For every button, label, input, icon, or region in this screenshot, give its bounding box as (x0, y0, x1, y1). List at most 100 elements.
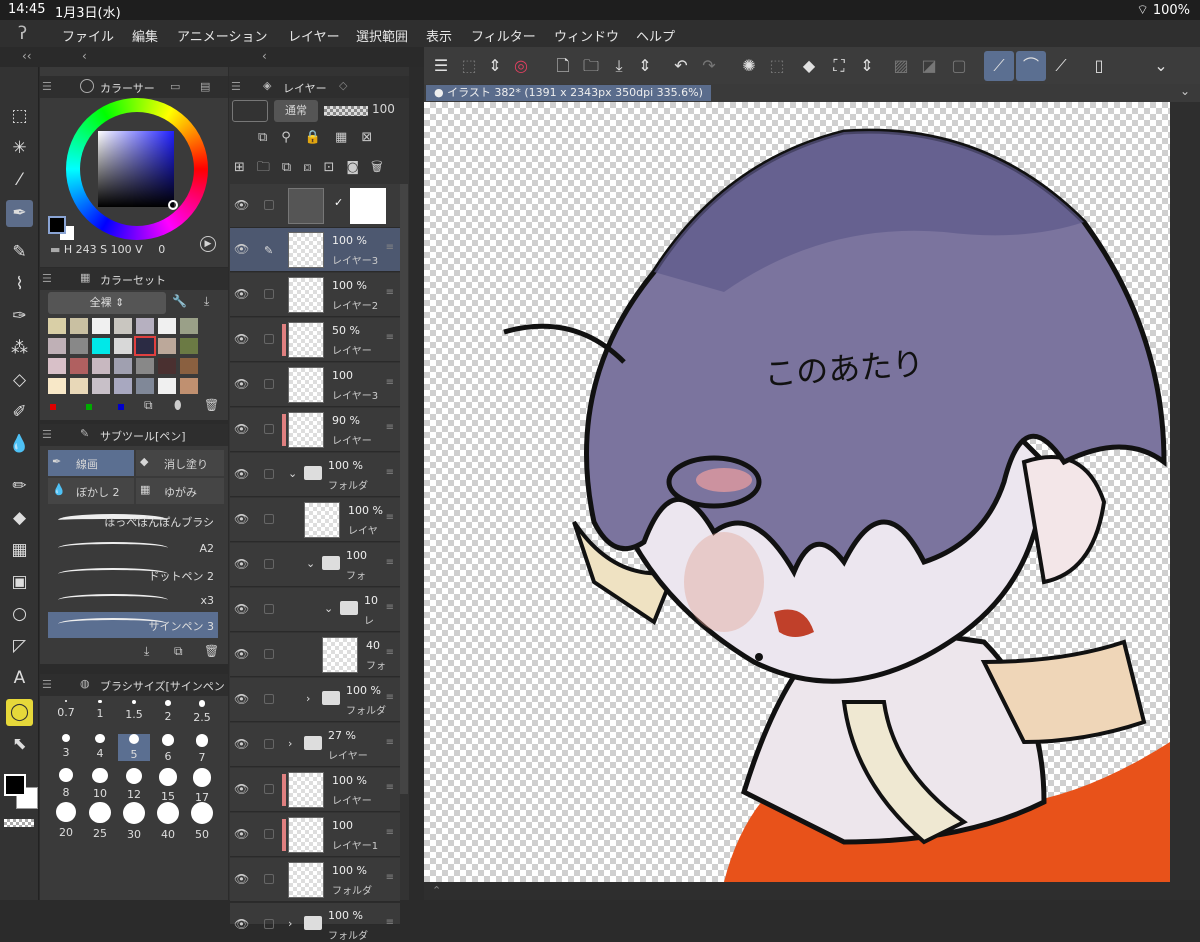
color-swatch[interactable] (180, 338, 198, 354)
chevron-updown-icon[interactable]: ⇕ (634, 55, 656, 77)
selection-icon[interactable]: ⬚ (766, 55, 788, 77)
trash-icon[interactable]: 🗑 (204, 644, 219, 658)
color-slider-tab-icon[interactable]: ▭ (170, 80, 180, 93)
layer-row[interactable]: 👁 100 % フォルダ ≡ (230, 858, 400, 902)
layer-row[interactable]: 👁 100 レイヤー3 ≡ (230, 363, 400, 407)
layer-row[interactable]: 👁 100 レイヤー1 ≡ (230, 813, 400, 857)
layers-tab-icon[interactable]: ◇ (339, 79, 347, 92)
blue-dot[interactable] (118, 404, 124, 410)
chevron-updown-icon[interactable]: ⇕ (856, 55, 878, 77)
eye-icon[interactable]: 👁 (234, 872, 249, 886)
collapse-left-icon[interactable]: ‹ (262, 49, 267, 63)
subtool-tab-lineart[interactable]: ✒ 線画 (48, 450, 134, 476)
clear-icon[interactable]: ▨ (890, 55, 912, 77)
loading-icon[interactable]: ✺ (738, 55, 760, 77)
color-swatch[interactable] (48, 318, 66, 334)
green-dot[interactable] (86, 404, 92, 410)
layer-row[interactable]: 👁 100 % レイヤー2 ≡ (230, 273, 400, 317)
color-swatch[interactable] (114, 338, 132, 354)
color-swatch[interactable] (114, 318, 132, 334)
correct-line-icon[interactable]: ⬉ (6, 731, 33, 758)
brush-size-option[interactable]: 2.5 (186, 700, 218, 724)
color-history-tab-icon[interactable]: ▤ (200, 80, 210, 93)
clip-studio-icon[interactable]: ◎ (510, 55, 532, 77)
layer-checkbox[interactable] (264, 829, 274, 839)
layer-checkbox[interactable] (264, 334, 274, 344)
folder-toggle-icon[interactable]: › (288, 917, 292, 930)
brush-size-option[interactable]: 3 (50, 734, 82, 759)
import-icon[interactable]: ⤓ (204, 294, 209, 309)
layer-checkbox[interactable] (264, 784, 274, 794)
blend-tool-icon[interactable]: ✐ (6, 399, 33, 426)
reference-icon[interactable]: ⚲ (281, 130, 305, 145)
drag-handle-icon[interactable]: ≡ (386, 692, 394, 703)
eyedropper-icon[interactable]: ⁄ (6, 167, 33, 194)
layer-checkbox[interactable] (264, 424, 274, 434)
layer-row[interactable]: 👁 › 100 % フォルダ ≡ (230, 678, 400, 722)
eye-icon[interactable]: 👁 (234, 692, 249, 706)
merge-icon[interactable]: ⧈ (303, 160, 323, 175)
layer-checkbox[interactable] (264, 514, 274, 524)
ruler-snap-icon[interactable]: ⟋ (984, 51, 1014, 81)
color-swatch[interactable] (48, 358, 66, 374)
layer-checkbox[interactable] (264, 379, 274, 389)
color-set-dropdown[interactable]: 全裸 ⇕ (48, 292, 166, 314)
layer-row[interactable]: 👁 ⌄ 100 フォ ≡ (230, 543, 400, 587)
layer-row[interactable]: 👁 50 % レイヤー ≡ (230, 318, 400, 362)
brush-size-option[interactable]: 8 (50, 768, 82, 799)
eye-icon[interactable]: 👁 (234, 512, 249, 526)
eye-icon[interactable]: 👁 (234, 332, 249, 346)
color-swatch[interactable] (92, 358, 110, 374)
redo-icon[interactable]: ↷ (698, 55, 720, 77)
layer-checkbox[interactable] (264, 694, 274, 704)
brush-size-option[interactable]: 10 (84, 768, 116, 800)
drawing-canvas[interactable]: このあたり (424, 102, 1170, 882)
lock-transparent-icon[interactable]: ▦ (335, 130, 361, 145)
color-swatch[interactable] (180, 318, 198, 334)
menu-icon[interactable]: ☰ (42, 272, 52, 285)
menu-edit[interactable]: 編集 (132, 26, 158, 45)
mask-icon[interactable]: ⊠ (361, 130, 386, 145)
menu-window[interactable]: ウィンドウ (554, 26, 619, 45)
open-folder-icon[interactable]: 🗀 (580, 55, 602, 77)
chevron-updown-icon[interactable]: ⇕ (484, 55, 506, 77)
eye-icon[interactable]: 👁 (234, 782, 249, 796)
trash-icon[interactable]: 🗑 (204, 398, 219, 412)
folder-toggle-icon[interactable]: ⌄ (288, 467, 297, 480)
menu-filter[interactable]: フィルター (471, 26, 536, 45)
ruler-icon[interactable]: ◸ (6, 633, 33, 660)
menu-layer[interactable]: レイヤー (288, 26, 340, 45)
opacity-value[interactable]: 100 (372, 102, 395, 116)
brush-size-option[interactable]: 50 (186, 802, 218, 841)
brush-size-option[interactable]: 12 (118, 768, 150, 801)
color-swatch[interactable] (70, 338, 88, 354)
drop-icon[interactable]: ⬮ (174, 398, 182, 413)
layer-row[interactable]: 👁 › 100 % フォルダ ≡ (230, 903, 400, 942)
color-swatch[interactable] (70, 318, 88, 334)
color-swatch[interactable] (70, 358, 88, 374)
wrench-icon[interactable]: 🔧 (172, 294, 187, 308)
copy-layer-icon[interactable]: ⧉ (282, 160, 303, 175)
drag-handle-icon[interactable]: ≡ (386, 332, 394, 343)
layer-row[interactable]: 👁 ⌄ 100 % フォルダ ≡ (230, 453, 400, 497)
brush-size-option[interactable]: 1 (84, 700, 116, 720)
bucket-icon[interactable]: ◆ (6, 505, 33, 532)
layer-checkbox[interactable] (264, 919, 274, 929)
brush-size-option[interactable]: 30 (118, 802, 150, 841)
airbrush-icon[interactable]: ✑ (6, 303, 33, 330)
drag-handle-icon[interactable]: ≡ (386, 737, 394, 748)
layer-checkbox[interactable]: ✎ (264, 244, 274, 257)
play-icon[interactable]: ▶ (200, 236, 216, 252)
layer-row[interactable]: 👁 ⌄ 10 レ ≡ (230, 588, 400, 632)
decoration-icon[interactable]: ⁂ (6, 335, 33, 362)
brush-size-option[interactable]: 2 (152, 700, 184, 723)
drag-handle-icon[interactable]: ≡ (386, 827, 394, 838)
brush-size-option[interactable]: 40 (152, 802, 184, 841)
eye-icon[interactable]: 👁 (234, 917, 249, 931)
drag-handle-icon[interactable]: ≡ (386, 647, 394, 658)
brush-size-option[interactable]: 1.5 (118, 700, 150, 721)
layer-row[interactable]: 👁 100 % レイヤ ≡ (230, 498, 400, 542)
layer-checkbox[interactable] (264, 649, 274, 659)
subtool-tab-distort[interactable]: ▦ ゆがみ (136, 478, 224, 504)
subtool-tab-erase[interactable]: ◆ 消し塗り (136, 450, 224, 476)
